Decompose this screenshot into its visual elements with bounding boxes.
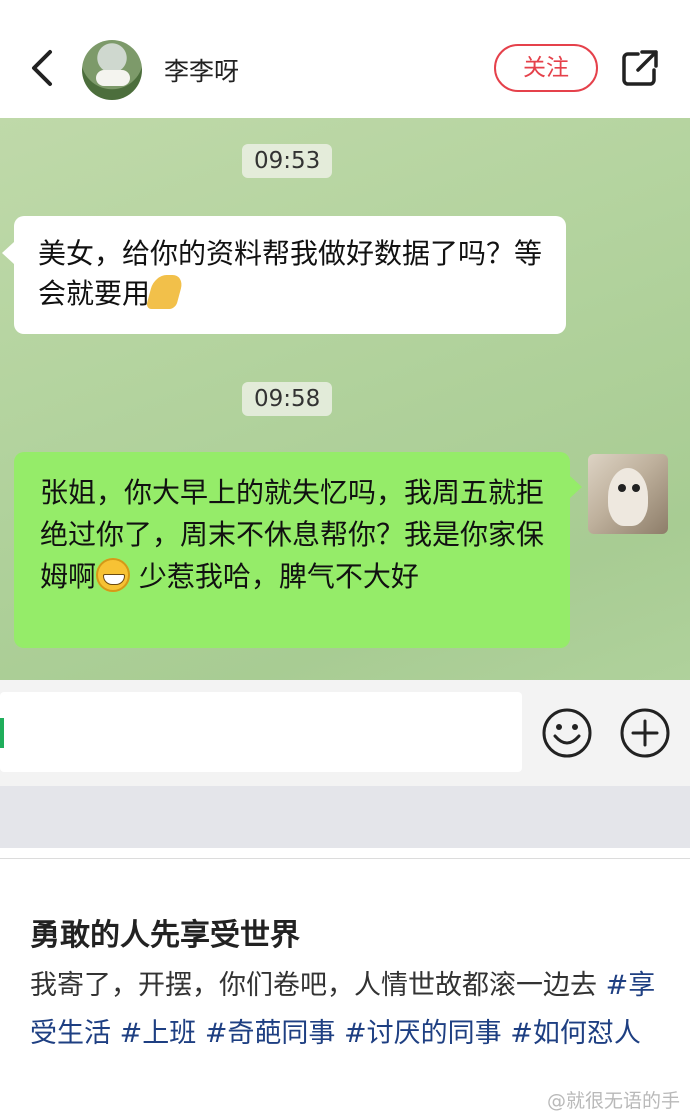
emoji-icon[interactable] xyxy=(540,706,594,760)
divider xyxy=(0,858,690,859)
plus-icon[interactable] xyxy=(618,706,672,760)
user-avatar[interactable] xyxy=(588,454,668,534)
hashtag-link[interactable]: #讨厌的同事 xyxy=(344,1018,502,1049)
message-text-continued: 少惹我哈，脾气不大好 xyxy=(138,560,419,593)
sent-message-bubble[interactable]: 张姐，你大早上的就失忆吗，我周五就拒绝过你了，周末不休息帮你？我是你家保姆啊 少… xyxy=(14,452,582,648)
timestamp: 09:53 xyxy=(242,144,333,178)
follow-button[interactable]: 关注 xyxy=(494,44,598,92)
contact-name: 李李呀 xyxy=(164,57,240,86)
keyboard-placeholder-strip xyxy=(0,786,690,848)
chat-header: 李李呀 关注 xyxy=(0,0,690,118)
grinning-face-emoji-icon xyxy=(96,558,131,592)
text-cursor xyxy=(0,718,4,748)
folded-hands-emoji-icon xyxy=(145,275,185,309)
timestamp: 09:58 xyxy=(242,382,333,416)
message-input[interactable] xyxy=(0,692,522,772)
hashtag-link[interactable]: #如何怼人 xyxy=(510,1018,641,1049)
post-body: 我寄了，开摆，你们卷吧，人情世故都滚一边去 #享受生活 #上班 #奇葩同事 #讨… xyxy=(30,962,662,1058)
hashtag-link[interactable]: #上班 xyxy=(120,1018,197,1049)
contact-avatar[interactable] xyxy=(82,40,142,100)
message-input-bar xyxy=(0,680,690,786)
post-title: 勇敢的人先享受世界 xyxy=(30,918,300,953)
message-text: 美女，给你的资料帮我做好数据了吗？等会就要用 xyxy=(38,237,543,310)
hashtag-link[interactable]: #奇葩同事 xyxy=(205,1018,336,1049)
watermark: @就很无语的手 xyxy=(546,1090,680,1112)
share-icon[interactable] xyxy=(620,48,660,88)
post-text: 我寄了，开摆，你们卷吧，人情世故都滚一边去 xyxy=(30,970,597,1001)
back-arrow-icon[interactable] xyxy=(26,46,60,90)
received-message-bubble[interactable]: 美女，给你的资料帮我做好数据了吗？等会就要用 xyxy=(2,216,566,334)
